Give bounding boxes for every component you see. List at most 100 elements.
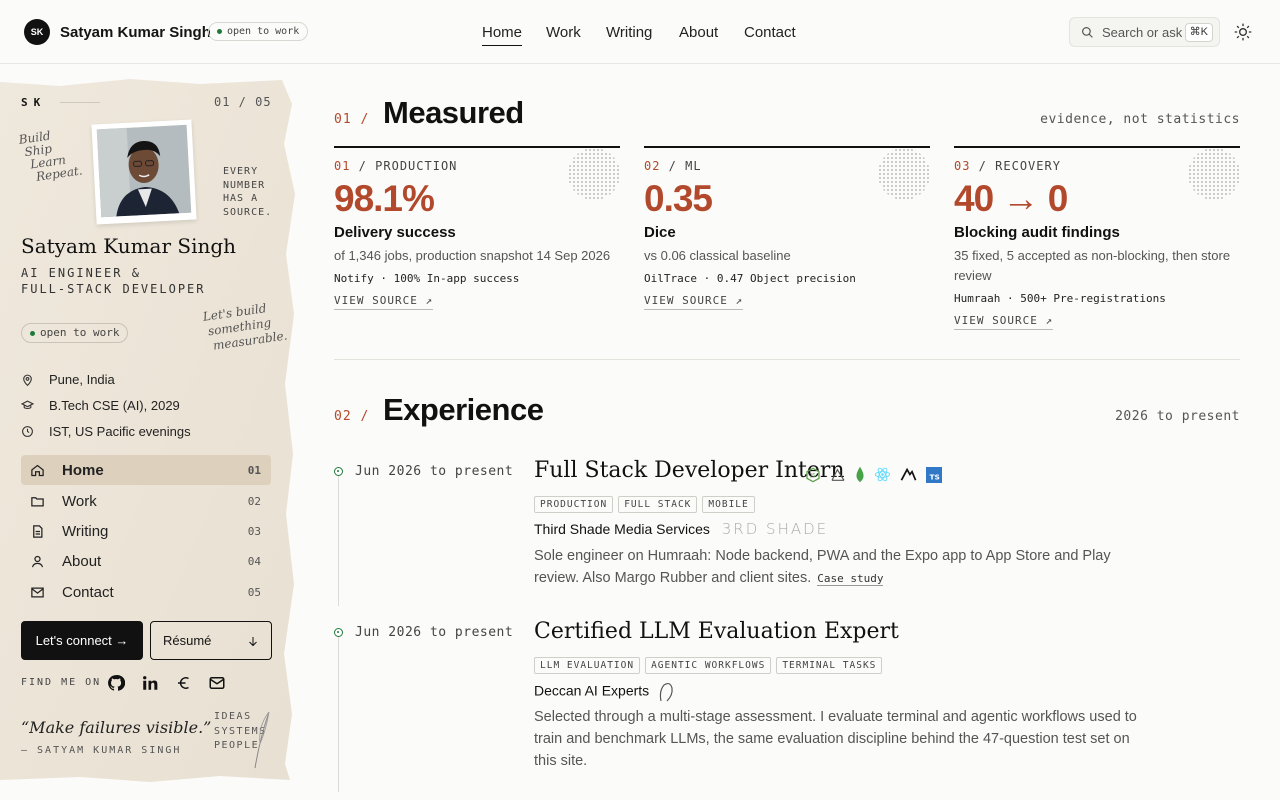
document-icon (33, 524, 43, 538)
top-nav-bar: SK Satyam Kumar Singh open to work Home … (0, 0, 1280, 64)
search-icon (1082, 26, 1093, 38)
tech-stack: JS TS (805, 466, 942, 483)
search-shortcut: ⌘K (1184, 23, 1213, 42)
mail-icon (31, 587, 44, 597)
info-text: B.Tech CSE (AI), 2029 (49, 398, 180, 413)
note-line: HAS A (223, 193, 259, 204)
section-title: Measured (383, 95, 524, 130)
halftone-decoration (878, 148, 930, 200)
profile-role: AI ENGINEER & FULL-STACK DEVELOPER (21, 265, 206, 297)
timeline-dot (334, 467, 343, 476)
metric-description: of 1,346 jobs, production snapshot 14 Se… (334, 248, 611, 263)
nav-link-about[interactable]: About (679, 24, 718, 41)
metric-description: 35 fixed, 5 accepted as non-blocking, th… (954, 248, 1231, 283)
sidebar-item-number: 04 (247, 554, 261, 568)
sidebar-item-writing[interactable]: Writing 03 (21, 516, 271, 546)
svg-text:JS: JS (810, 473, 817, 479)
section-note: 2026 to present (1115, 409, 1240, 424)
timeline-line (338, 476, 339, 606)
metric-card-recovery: 03 / RECOVERY 40 → 0 Blocking audit find… (954, 146, 1240, 330)
location-pin-icon (23, 374, 32, 386)
lets-connect-button[interactable]: Let's connect → (21, 621, 143, 660)
job-description: Selected through a multi-stage assessmen… (534, 709, 1137, 769)
metric-meta: Humraah · 500+ Pre-registrations (954, 292, 1166, 305)
timeline-dot (334, 628, 343, 637)
search-button[interactable]: Search or ask ⌘K (1069, 17, 1220, 47)
react-icon (874, 467, 891, 482)
clock-icon (22, 426, 33, 437)
search-placeholder: Search or ask (1102, 24, 1183, 40)
company-logo: 3RD SHADE (721, 520, 829, 538)
experience-date: Jun 2026 to present (355, 464, 514, 479)
mongodb-icon (856, 466, 864, 483)
profile-sidebar: SK 01 / 05 Build Ship Learn Repeat. EVER… (0, 64, 300, 800)
note-line: EVERY (223, 166, 259, 177)
medium-icon[interactable] (175, 674, 193, 692)
sidebar-item-about[interactable]: About 04 (21, 546, 271, 576)
sidebar-item-number: 05 (247, 585, 261, 599)
download-arrow-icon (249, 637, 257, 647)
linkedin-icon[interactable] (141, 674, 159, 692)
section-divider (334, 359, 1240, 360)
info-education: B.Tech CSE (AI), 2029 (21, 398, 180, 413)
company-label: Deccan AI Experts (534, 682, 650, 699)
view-source-link[interactable]: VIEW SOURCE ↗ (644, 294, 744, 310)
sidebar-item-label: About (62, 552, 102, 570)
sidebar-item-label: Work (62, 492, 97, 510)
card-category: PRODUCTION (375, 159, 458, 173)
company-label: Third Shade Media Services (534, 521, 710, 537)
sidebar-rule (60, 102, 100, 103)
find-me-label: FIND ME ON (21, 677, 102, 688)
home-icon (31, 464, 44, 476)
metric-meta: Notify · 100% In-app success (334, 272, 520, 285)
status-dot-icon (217, 29, 222, 34)
note-line: NUMBER (223, 179, 266, 191)
feather-icon (254, 711, 270, 769)
halftone-decoration (1188, 148, 1240, 200)
view-source-link[interactable]: VIEW SOURCE ↗ (954, 314, 1054, 330)
sidebar-item-home[interactable]: Home 01 (21, 455, 271, 485)
sidebar-item-contact[interactable]: Contact 05 (21, 577, 271, 607)
info-location: Pune, India (21, 372, 115, 387)
nav-link-home[interactable]: Home (482, 24, 523, 46)
nav-link-writing[interactable]: Writing (606, 24, 652, 41)
timeline-line (338, 637, 339, 792)
metric-meta: OilTrace · 0.47 Object precision (644, 272, 856, 285)
role-line: AI ENGINEER & (21, 266, 141, 280)
metric-card-ml: 02 / ML 0.35 Dice vs 0.06 classical base… (644, 146, 930, 310)
nav-link-work[interactable]: Work (546, 24, 581, 41)
card-index: 01 (334, 159, 351, 173)
brand-name[interactable]: Satyam Kumar Singh (60, 24, 211, 41)
resume-download-button[interactable]: Résumé (150, 621, 272, 660)
info-timezone: IST, US Pacific evenings (21, 424, 191, 439)
profile-name: Satyam Kumar Singh (21, 234, 237, 258)
metric-value: 98.1% (334, 178, 435, 219)
company-name: Deccan AI Experts (534, 682, 674, 702)
email-icon[interactable] (208, 674, 226, 692)
quote-attribution: — SATYAM KUMAR SINGH (21, 745, 182, 756)
sidebar-item-number: 02 (247, 494, 261, 508)
sidebar-item-label: Contact (62, 583, 114, 601)
section-number: 01 / (334, 112, 370, 127)
card-tag: 02 / ML (644, 159, 702, 173)
card-category: ML (685, 159, 702, 173)
section-note: evidence, not statistics (1040, 112, 1240, 127)
case-study-link[interactable]: Case study (817, 572, 884, 586)
nodejs-icon: JS (806, 467, 820, 482)
status-badge-label: open to work (40, 326, 120, 339)
sidebar-item-work[interactable]: Work 02 (21, 486, 271, 516)
sun-icon (1234, 23, 1252, 41)
theme-toggle-button[interactable] (1233, 22, 1253, 42)
tag-chip: LLM EVALUATION (534, 657, 641, 674)
tag-chip: MOBILE (702, 496, 755, 513)
profile-photo (91, 119, 197, 225)
github-icon[interactable] (107, 674, 125, 692)
view-source-link[interactable]: VIEW SOURCE ↗ (334, 294, 434, 310)
tag-list: LLM EVALUATION AGENTIC WORKFLOWS TERMINA… (534, 657, 883, 674)
brand-logo[interactable]: SK (24, 19, 50, 45)
card-index: 03 (954, 159, 971, 173)
nav-link-contact[interactable]: Contact (744, 24, 796, 41)
info-text: Pune, India (49, 372, 115, 387)
tag-chip: FULL STACK (618, 496, 698, 513)
sidebar-item-number: 01 (247, 463, 261, 477)
